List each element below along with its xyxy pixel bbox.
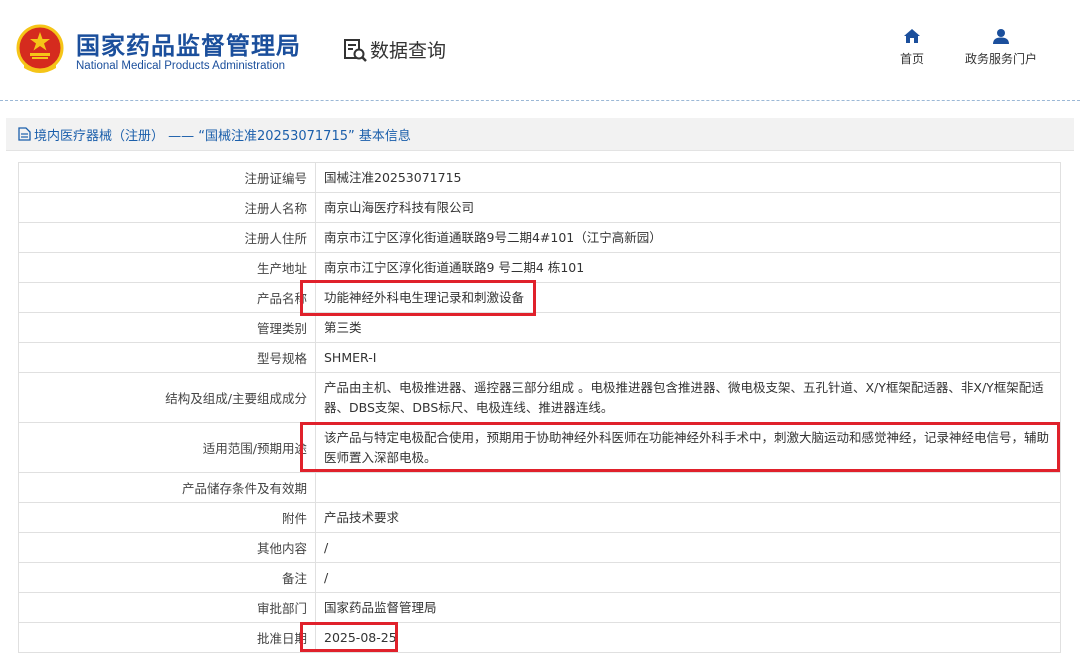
table-row: 注册人名称 南京山海医疗科技有限公司 — [18, 192, 1061, 223]
field-label: 型号规格 — [18, 342, 316, 373]
field-value: 产品技术要求 — [315, 502, 1061, 533]
field-value: / — [315, 562, 1061, 593]
field-value: 2025-08-25 — [315, 622, 1061, 653]
table-row: 型号规格 SHMER-I — [18, 342, 1061, 373]
field-label: 注册人住所 — [18, 222, 316, 253]
field-label: 适用范围/预期用途 — [18, 422, 316, 473]
nav-home[interactable]: 首页 — [892, 28, 932, 67]
nav-home-label: 首页 — [899, 52, 924, 66]
org-name-en: National Medical Products Administration — [76, 60, 286, 72]
field-label: 备注 — [18, 562, 316, 593]
home-icon — [904, 29, 920, 43]
field-label: 产品名称 — [18, 282, 316, 313]
field-label: 产品储存条件及有效期 — [18, 472, 316, 503]
header-divider — [0, 100, 1080, 101]
field-value: / — [315, 532, 1061, 563]
table-row: 产品名称 功能神经外科电生理记录和刺激设备 — [18, 282, 1061, 313]
field-label: 生产地址 — [18, 252, 316, 283]
table-row: 批准日期 2025-08-25 — [18, 622, 1061, 653]
field-label: 注册证编号 — [18, 162, 316, 193]
table-row: 附件 产品技术要求 — [18, 502, 1061, 533]
field-value: 第三类 — [315, 312, 1061, 343]
table-row: 管理类别 第三类 — [18, 312, 1061, 343]
field-value: 南京市江宁区淳化街道通联路9 号二期4 栋101 — [315, 252, 1061, 283]
field-value: 南京山海医疗科技有限公司 — [315, 192, 1061, 223]
field-value: SHMER-I — [315, 342, 1061, 373]
field-value: 功能神经外科电生理记录和刺激设备 — [315, 282, 1061, 313]
field-value — [315, 472, 1061, 503]
field-value: 产品由主机、电极推进器、遥控器三部分组成 。电极推进器包含推进器、微电极支架、五… — [315, 372, 1061, 423]
table-row: 审批部门 国家药品监督管理局 — [18, 592, 1061, 623]
data-query-link[interactable]: 数据查询 — [342, 36, 446, 63]
field-value: 南京市江宁区淳化街道通联路9号二期4#101（江宁高新园） — [315, 222, 1061, 253]
field-value: 国家药品监督管理局 — [315, 592, 1061, 623]
field-value: 国械注准20253071715 — [315, 162, 1061, 193]
nav-service-portal-label: 政务服务门户 — [964, 52, 1037, 66]
data-query-label: 数据查询 — [370, 40, 447, 62]
table-row: 生产地址 南京市江宁区淳化街道通联路9 号二期4 栋101 — [18, 252, 1061, 283]
table-row: 结构及组成/主要组成成分 产品由主机、电极推进器、遥控器三部分组成 。电极推进器… — [18, 372, 1061, 423]
user-icon — [993, 29, 1009, 44]
field-label: 注册人名称 — [18, 192, 316, 223]
field-label: 附件 — [18, 502, 316, 533]
field-label: 管理类别 — [18, 312, 316, 343]
section-title: 境内医疗器械（注册） —— “国械注准20253071715” 基本信息 — [34, 128, 411, 144]
nav-service-portal[interactable]: 政务服务门户 — [958, 28, 1044, 67]
document-icon — [18, 127, 31, 141]
field-label: 其他内容 — [18, 532, 316, 563]
field-label: 批准日期 — [18, 622, 316, 653]
field-value: 该产品与特定电极配合使用，预期用于协助神经外科医师在功能神经外科手术中，刺激大脑… — [315, 422, 1061, 473]
table-row: 注册证编号 国械注准20253071715 — [18, 162, 1061, 193]
record-detail-table: 注册证编号 国械注准20253071715 注册人名称 南京山海医疗科技有限公司… — [18, 162, 1061, 653]
field-label: 审批部门 — [18, 592, 316, 623]
table-row: 注册人住所 南京市江宁区淳化街道通联路9号二期4#101（江宁高新园） — [18, 222, 1061, 253]
national-emblem-icon — [16, 24, 64, 73]
table-row: 适用范围/预期用途 该产品与特定电极配合使用，预期用于协助神经外科医师在功能神经… — [18, 422, 1061, 473]
section-title-bar: 境内医疗器械（注册） —— “国械注准20253071715” 基本信息 — [6, 118, 1074, 151]
site-header: 国家药品监督管理局 National Medical Products Admi… — [0, 0, 1080, 100]
table-row: 其他内容 / — [18, 532, 1061, 563]
table-row: 产品储存条件及有效期 — [18, 472, 1061, 503]
field-label: 结构及组成/主要组成成分 — [18, 372, 316, 423]
search-document-icon — [344, 38, 367, 62]
table-row: 备注 / — [18, 562, 1061, 593]
org-name-cn[interactable]: 国家药品监督管理局 — [76, 26, 301, 61]
